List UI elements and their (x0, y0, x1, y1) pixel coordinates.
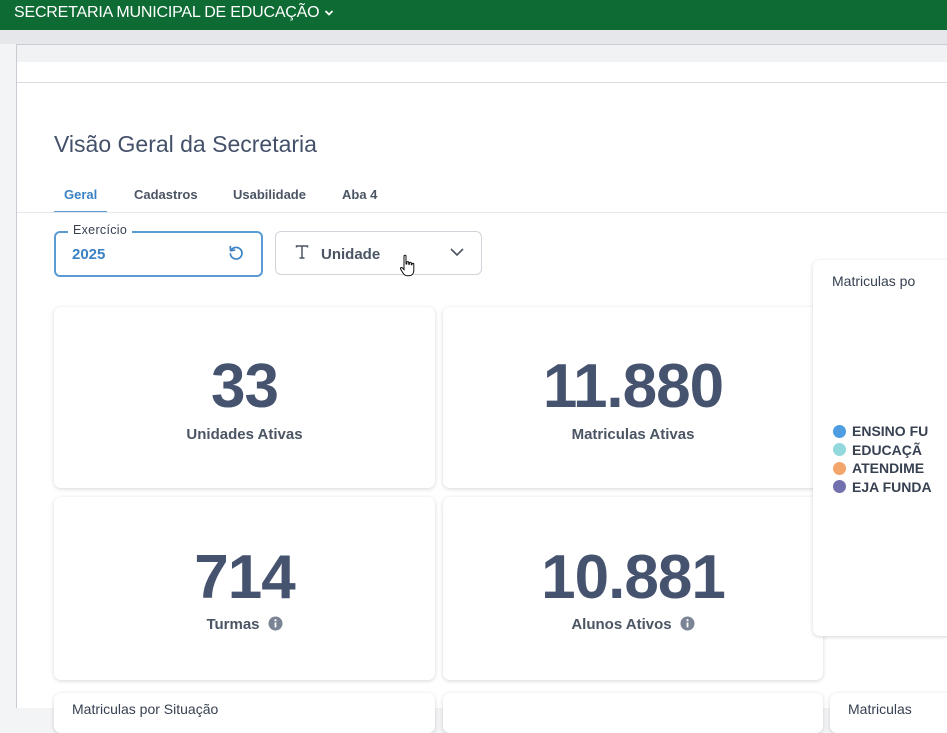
kpi-label: Matriculas Ativas (571, 426, 695, 443)
page-title: Visão Geral da Secretaria (54, 131, 317, 157)
chevron-down-icon (450, 248, 464, 257)
unit-select-placeholder: Unidade (321, 246, 381, 263)
tab-usabilidade[interactable]: Usabilidade (223, 187, 316, 211)
kpi-card-alunos: 10.881 Alunos Ativos (443, 497, 823, 680)
year-field-label: Exercício (68, 223, 133, 237)
info-icon[interactable] (680, 616, 695, 631)
legend-item[interactable]: ATENDIME (833, 459, 932, 478)
divider (17, 82, 947, 83)
kpi-label-row: Alunos Ativos (443, 616, 823, 633)
chart-card-situacao: Matriculas por Situação (54, 693, 435, 733)
tabs-divider (17, 212, 947, 213)
kpi-value: 33 (211, 352, 279, 421)
legend-swatch (833, 424, 846, 438)
hand-cursor-icon (399, 254, 415, 277)
info-icon[interactable] (268, 616, 283, 631)
tab-geral[interactable]: Geral (54, 187, 108, 213)
legend-item[interactable]: ENSINO FU (833, 422, 932, 441)
kpi-value: 10.881 (541, 543, 726, 612)
legend-item[interactable]: EDUCAÇÃ (833, 441, 932, 460)
legend-label: ATENDIME (852, 460, 925, 477)
reset-icon[interactable] (227, 244, 245, 262)
legend-label: ENSINO FU (852, 423, 929, 440)
top-bar: SECRETARIA MUNICIPAL DE EDUCAÇÃO (0, 0, 947, 30)
legend-swatch (833, 461, 846, 475)
org-selector-button[interactable]: SECRETARIA MUNICIPAL DE EDUCAÇÃO (14, 4, 334, 22)
kpi-card-matriculas: 11.880 Matriculas Ativas (443, 307, 823, 488)
legend-swatch (833, 480, 846, 494)
legend-swatch (833, 443, 846, 457)
tab-cadastros[interactable]: Cadastros (124, 187, 208, 211)
report-canvas: Visão Geral da Secretaria Geral Cadastro… (16, 44, 947, 733)
chevron-down-icon (325, 10, 334, 16)
kpi-card-turmas: 714 Turmas (54, 497, 435, 680)
chart-title: Matriculas por Situação (72, 701, 219, 717)
toolbar-strip (0, 30, 947, 44)
kpi-value: 11.880 (542, 352, 724, 421)
legend-label: EDUCAÇÃ (852, 441, 922, 458)
kpi-card-unidades: 33 Unidades Ativas (54, 307, 435, 488)
tab-aba-4[interactable]: Aba 4 (332, 187, 387, 211)
chart-card-empty (443, 693, 823, 733)
pie-legend: ENSINO FU EDUCAÇÃ ATENDIME EJA FUNDA (833, 422, 932, 496)
pie-chart-title: Matriculas po (832, 273, 916, 289)
text-type-icon (295, 245, 309, 259)
kpi-label-row: Turmas (54, 616, 435, 633)
legend-item[interactable]: EJA FUNDA (833, 478, 932, 497)
chart-card-matriculas: Matriculas (830, 693, 947, 733)
year-field[interactable]: Exercício 2025 (54, 223, 263, 277)
canvas-header (17, 45, 947, 62)
kpi-label: Unidades Ativas (186, 426, 303, 443)
year-field-value: 2025 (72, 246, 106, 263)
kpi-value: 714 (194, 543, 295, 612)
org-label: SECRETARIA MUNICIPAL DE EDUCAÇÃO (14, 4, 320, 21)
kpi-label: Alunos Ativos (571, 616, 672, 633)
unit-select[interactable]: Unidade (275, 231, 482, 275)
kpi-label: Turmas (206, 616, 260, 633)
pie-chart-card: Matriculas po ENSINO FU EDUCAÇÃ ATENDIME… (813, 260, 947, 636)
chart-title: Matriculas (848, 701, 912, 717)
legend-label: EJA FUNDA (852, 478, 932, 495)
